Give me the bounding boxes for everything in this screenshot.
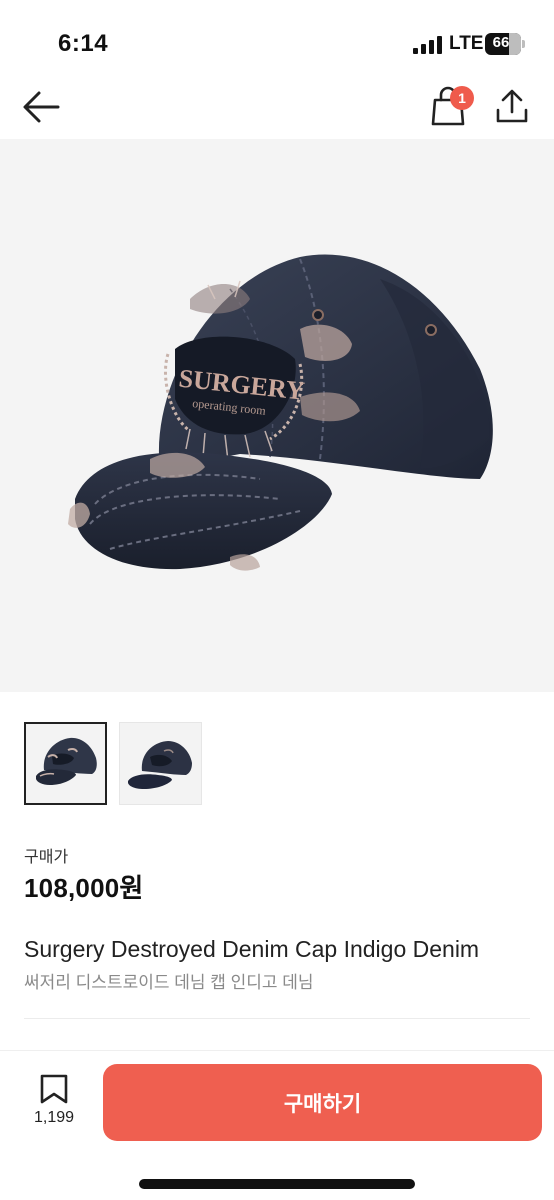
section-divider [24,1018,530,1019]
wishlist-button[interactable]: 1,199 [26,1073,82,1133]
denim-cap-thumbnail [128,741,192,789]
status-bar: 6:14 LTE 66 [0,0,554,80]
price-label: 구매가 [24,849,69,866]
denim-cap-photo: SURGERY operating room [68,254,493,571]
thumbnail-1[interactable] [24,722,107,805]
buy-button[interactable]: 구매하기 [103,1064,542,1141]
status-time: 6:14 [58,30,109,57]
share-upload-icon[interactable] [494,88,530,124]
thumbnail-2[interactable] [119,722,202,805]
price-value: 108,000원 [24,873,144,903]
wishlist-count: 1,199 [33,1109,75,1126]
cart-count-badge: 1 [450,86,474,110]
product-main-image[interactable]: SURGERY operating room [0,139,554,692]
product-title-ko: 써저리 디스트로이드 데님 캡 인디고 데님 [24,973,314,992]
bookmark-icon [40,1074,68,1104]
denim-cap-thumbnail [36,737,97,785]
top-nav-bar: 1 [0,80,554,138]
home-indicator [139,1179,415,1189]
battery-level: 66 [492,34,510,51]
arrow-left-icon[interactable] [22,90,60,124]
product-title-en: Surgery Destroyed Denim Cap Indigo Denim [24,936,480,962]
cellular-signal-icon [413,36,442,54]
battery-icon: 66 [485,33,525,55]
network-type: LTE [449,33,484,54]
bottom-action-bar: 1,199 구매하기 [0,1050,554,1200]
